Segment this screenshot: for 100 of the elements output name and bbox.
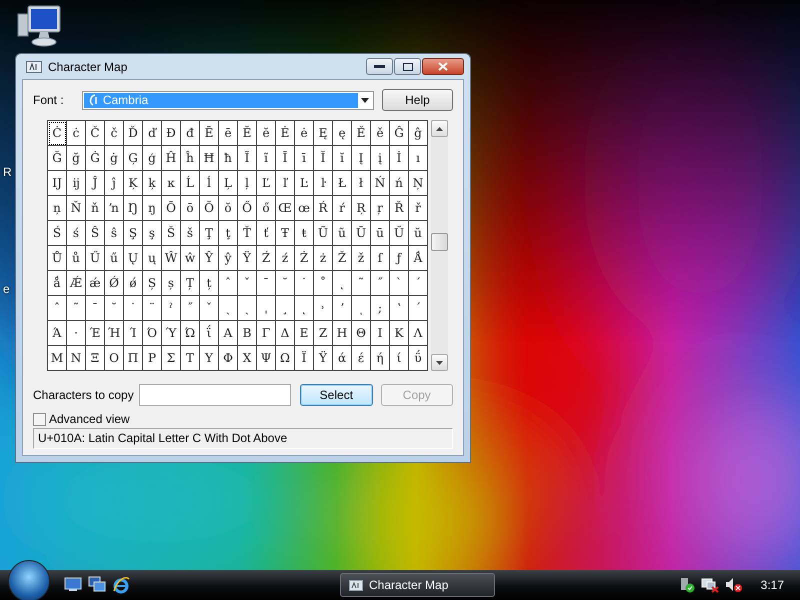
character-cell[interactable]: Ǿ (105, 271, 124, 296)
character-cell[interactable]: Ş (124, 221, 143, 246)
character-cell[interactable]: Ĺ (181, 171, 200, 196)
character-cell[interactable]: Ŭ (390, 221, 409, 246)
character-cell[interactable]: ń (390, 171, 409, 196)
taskbar-button[interactable]: Character Map (340, 573, 495, 597)
character-cell[interactable]: Ș (143, 271, 162, 296)
character-cell[interactable]: Ť (238, 221, 257, 246)
character-cell[interactable]: Τ (181, 346, 200, 371)
character-cell[interactable]: ŝ (105, 221, 124, 246)
scroll-thumb[interactable] (431, 233, 448, 251)
character-cell[interactable]: Ņ (409, 171, 428, 196)
character-cell[interactable]: ˛ (295, 296, 314, 321)
character-cell[interactable]: ũ (333, 221, 352, 246)
character-cell[interactable]: ˒ (314, 296, 333, 321)
character-cell[interactable]: ĭ (333, 146, 352, 171)
character-cell[interactable]: ί (390, 346, 409, 371)
character-cell[interactable]: · (67, 321, 86, 346)
character-cell[interactable]: Đ (162, 121, 181, 146)
character-cell[interactable]: Ϋ (314, 346, 333, 371)
character-cell[interactable]: Κ (390, 321, 409, 346)
character-cell[interactable]: Ś (48, 221, 67, 246)
browser-icon[interactable] (112, 576, 130, 594)
character-cell[interactable]: ǽ (86, 271, 105, 296)
character-cell[interactable]: Ū (352, 221, 371, 246)
character-cell[interactable]: Λ (409, 321, 428, 346)
character-cell[interactable]: Ń (371, 171, 390, 196)
character-cell[interactable]: ; (371, 296, 390, 321)
character-cell[interactable]: Ě (352, 121, 371, 146)
character-cell[interactable]: Ĳ (48, 171, 67, 196)
character-cell[interactable]: Ź (257, 246, 276, 271)
character-cell[interactable]: ď (143, 121, 162, 146)
desktop-icon[interactable] (64, 576, 82, 592)
security-icon[interactable] (678, 577, 695, 593)
character-cell[interactable]: ¸ (276, 296, 295, 321)
character-cell[interactable]: ¨ (143, 296, 162, 321)
character-cell[interactable]: ˇ (200, 296, 219, 321)
character-cell[interactable]: Ł (333, 171, 352, 196)
character-cell[interactable]: Ώ (181, 321, 200, 346)
character-cell[interactable]: Ŏ (200, 196, 219, 221)
start-button[interactable] (8, 560, 50, 600)
character-cell[interactable]: Ż (295, 246, 314, 271)
character-cell[interactable]: ή (371, 346, 390, 371)
character-cell[interactable]: ˙ (295, 271, 314, 296)
character-cell[interactable]: ʼ (333, 296, 352, 321)
character-cell[interactable]: ż (314, 246, 333, 271)
character-cell[interactable]: Ċ (48, 121, 67, 146)
character-cell[interactable]: Ÿ (238, 246, 257, 271)
character-cell[interactable]: Ǻ (409, 246, 428, 271)
character-cell[interactable]: Ī (276, 146, 295, 171)
character-cell[interactable]: Έ (86, 321, 105, 346)
character-cell[interactable]: ʽ (390, 296, 409, 321)
character-cell[interactable]: š (181, 221, 200, 246)
help-button[interactable]: Help (382, 89, 453, 111)
character-cell[interactable]: ŉ (105, 196, 124, 221)
character-cell[interactable]: ĸ (162, 171, 181, 196)
character-cell[interactable]: ˝ (181, 296, 200, 321)
character-cell[interactable]: į (371, 146, 390, 171)
character-cell[interactable]: ĺ (200, 171, 219, 196)
character-cell[interactable]: Η (333, 321, 352, 346)
character-cell[interactable]: Ύ (162, 321, 181, 346)
character-cell[interactable]: ˀ (162, 296, 181, 321)
character-cell[interactable]: ő (257, 196, 276, 221)
character-cell[interactable]: Ę (314, 121, 333, 146)
character-cell[interactable]: Δ (276, 321, 295, 346)
character-cell[interactable]: ŋ (143, 196, 162, 221)
character-cell[interactable]: Ψ (257, 346, 276, 371)
character-cell[interactable]: İ (390, 146, 409, 171)
character-cell[interactable]: ŏ (219, 196, 238, 221)
character-cell[interactable]: Π (124, 346, 143, 371)
character-cell[interactable]: ˝ (371, 271, 390, 296)
character-cell[interactable]: Ι (371, 321, 390, 346)
character-cell[interactable]: č (105, 121, 124, 146)
character-cell[interactable]: ė (295, 121, 314, 146)
muted-speaker-icon[interactable] (724, 577, 743, 593)
character-cell[interactable]: Ά (48, 321, 67, 346)
character-cell[interactable]: Ζ (314, 321, 333, 346)
character-cell[interactable]: ˋ (390, 271, 409, 296)
scrollbar[interactable] (431, 120, 448, 371)
character-cell[interactable]: ū (371, 221, 390, 246)
character-cell[interactable]: ˆ (219, 271, 238, 296)
character-cell[interactable]: ī (295, 146, 314, 171)
character-cell[interactable]: Ŝ (86, 221, 105, 246)
character-cell[interactable]: ˌ (257, 296, 276, 321)
character-cell[interactable]: Ŗ (352, 196, 371, 221)
character-cell[interactable]: Ĕ (238, 121, 257, 146)
character-cell[interactable]: ě (371, 121, 390, 146)
character-cell[interactable]: ħ (219, 146, 238, 171)
character-cell[interactable]: ˎ (219, 296, 238, 321)
character-cell[interactable]: Ŕ (314, 196, 333, 221)
character-cell[interactable]: ķ (143, 171, 162, 196)
character-cell[interactable]: Š (162, 221, 181, 246)
character-cell[interactable]: ł (352, 171, 371, 196)
scroll-down-button[interactable] (431, 354, 448, 371)
character-cell[interactable]: Ĭ (314, 146, 333, 171)
character-cell[interactable]: Ď (124, 121, 143, 146)
character-cell[interactable]: Ž (333, 246, 352, 271)
maximize-button[interactable] (394, 58, 421, 75)
character-cell[interactable]: Ů (48, 246, 67, 271)
character-cell[interactable]: ΰ (409, 346, 428, 371)
